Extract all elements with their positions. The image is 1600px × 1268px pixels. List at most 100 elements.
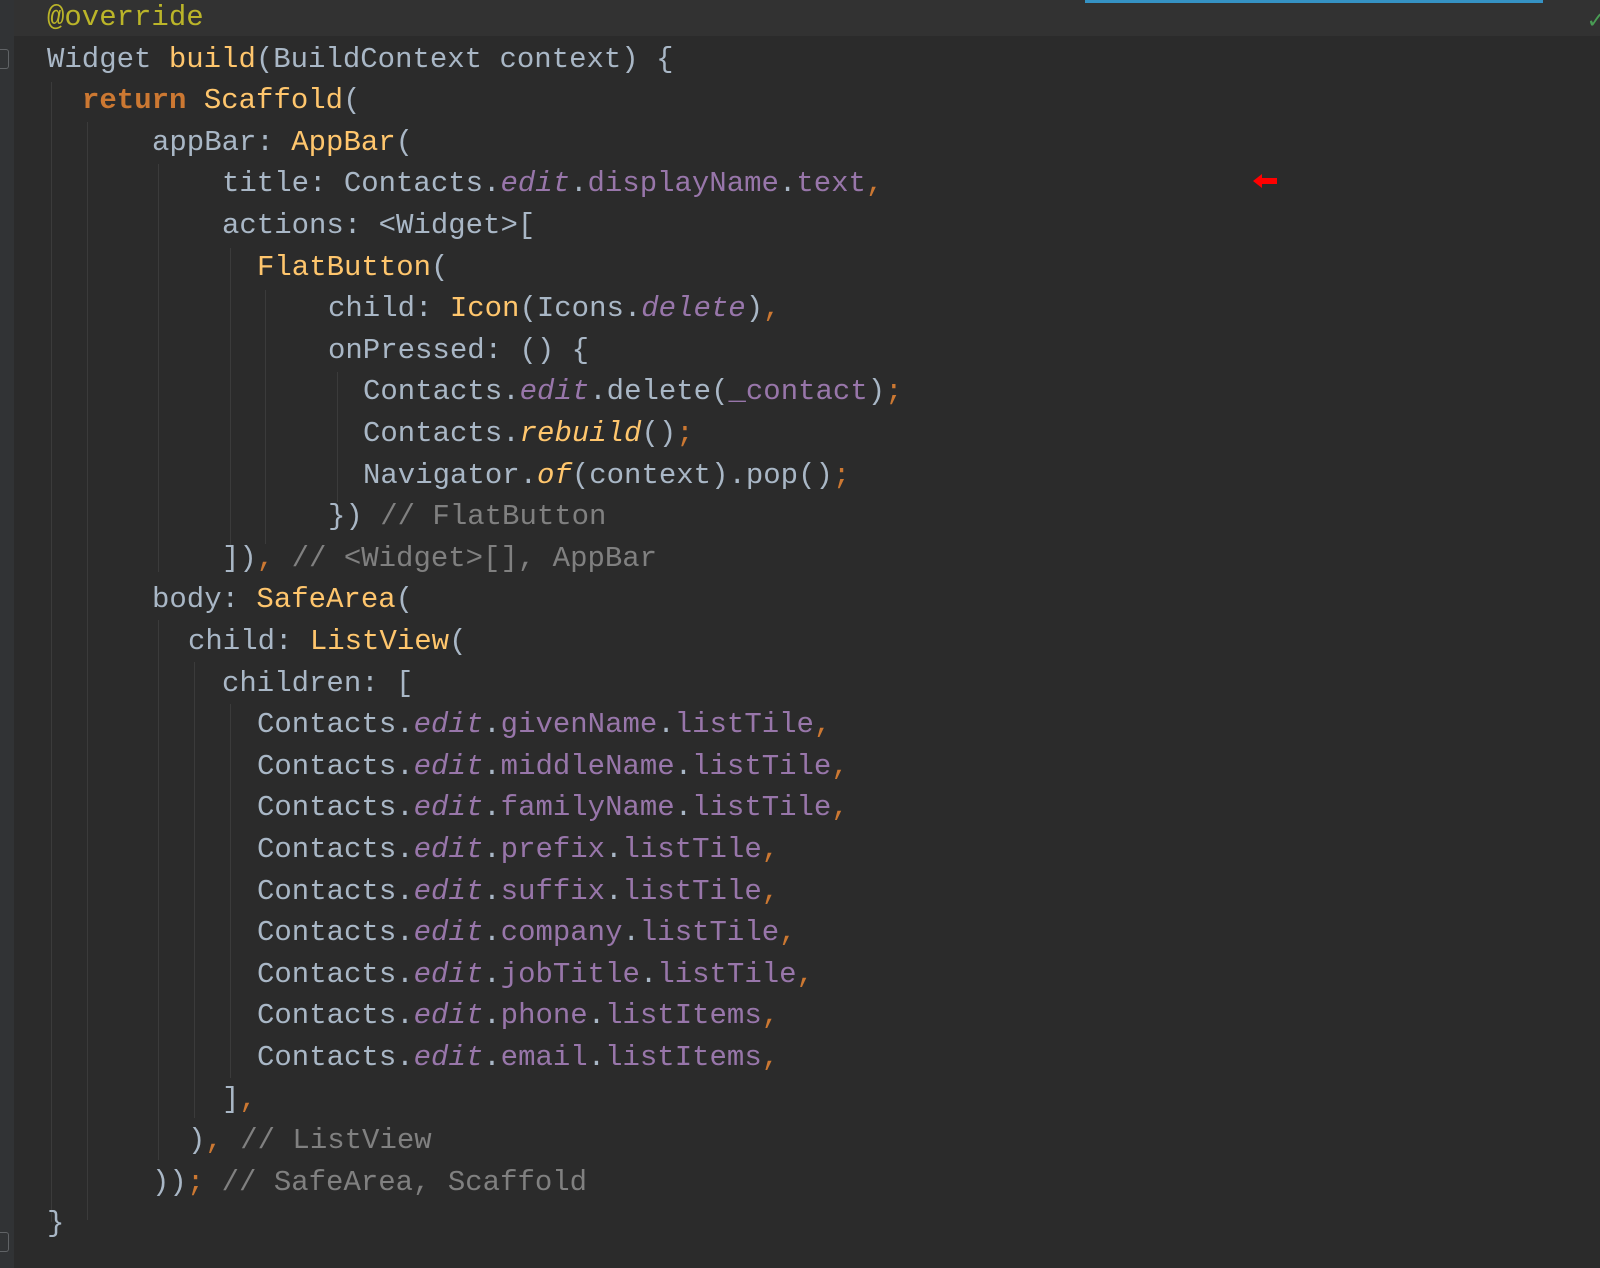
code-token: .: [483, 1041, 501, 1074]
code-token: edit: [413, 708, 484, 742]
code-token: displayName: [587, 167, 779, 201]
code-token: // ListView: [222, 1124, 432, 1158]
code-line[interactable]: ],: [222, 1079, 257, 1121]
code-token: edit: [413, 874, 484, 908]
code-line[interactable]: ), // ListView: [188, 1120, 432, 1162]
code-token: .: [483, 999, 501, 1033]
code-line[interactable]: return Scaffold(: [82, 80, 360, 122]
indent-guide: [230, 704, 231, 1078]
code-token: .: [587, 999, 606, 1033]
code-token: ,: [831, 749, 849, 783]
code-token: Widget: [47, 42, 169, 76]
code-line[interactable]: Contacts.edit.prefix.listTile,: [257, 829, 779, 871]
code-token: edit: [413, 916, 484, 950]
code-token: email: [500, 1041, 588, 1074]
code-line[interactable]: children: [: [222, 663, 413, 705]
code-line[interactable]: Contacts.edit.familyName.listTile,: [257, 787, 849, 829]
code-token: FlatButton: [257, 250, 432, 284]
code-token: middleName: [500, 749, 675, 783]
code-token: (: [395, 583, 414, 617]
code-token: edit: [519, 375, 590, 409]
code-token: .: [483, 874, 501, 908]
code-token: .: [622, 916, 640, 950]
code-token: listTile: [639, 916, 780, 950]
code-line[interactable]: Contacts.edit.delete(_contact);: [363, 371, 903, 413]
code-token: AppBar: [291, 125, 396, 159]
code-line[interactable]: Contacts.edit.middleName.listTile,: [257, 746, 849, 788]
code-line[interactable]: Contacts.edit.email.listItems,: [257, 1037, 779, 1079]
code-token: children: [: [222, 666, 414, 700]
code-token: child:: [328, 292, 450, 326]
code-token: ,: [831, 791, 849, 825]
fold-marker-icon[interactable]: [0, 49, 9, 69]
indent-guide: [87, 122, 88, 1220]
code-token: edit: [413, 1041, 484, 1074]
code-token: edit: [500, 167, 571, 201]
code-token: .: [587, 1041, 606, 1074]
indent-guide: [194, 662, 195, 1118]
code-line[interactable]: onPressed: () {: [328, 330, 589, 372]
code-token: child:: [188, 625, 310, 658]
code-line[interactable]: Contacts.edit.givenName.listTile,: [257, 704, 831, 746]
code-token: listTile: [692, 749, 832, 783]
code-line[interactable]: Contacts.edit.phone.listItems,: [257, 995, 779, 1037]
code-line[interactable]: Contacts.rebuild();: [363, 413, 694, 455]
code-line[interactable]: )); // SafeArea, Scaffold: [152, 1162, 587, 1204]
code-line[interactable]: Widget build(BuildContext context) {: [47, 39, 674, 81]
code-line[interactable]: child: ListView(: [188, 621, 466, 663]
indent-guide: [265, 290, 266, 544]
code-token: delete: [641, 292, 746, 326]
code-token: .: [483, 749, 501, 783]
code-token: )): [152, 1165, 187, 1199]
code-token: Navigator.: [363, 458, 538, 492]
code-token: Contacts.: [257, 833, 414, 866]
code-line[interactable]: }: [47, 1203, 64, 1245]
code-token: familyName: [500, 791, 675, 825]
code-token: ,: [761, 833, 780, 866]
indent-guide: [51, 82, 52, 1222]
code-editor[interactable]: ✓ @override Widget build(BuildContext con…: [0, 0, 1600, 1268]
code-token: ): [745, 292, 764, 326]
code-line[interactable]: Contacts.edit.company.listTile,: [257, 912, 797, 954]
code-token: SafeArea: [256, 583, 396, 617]
code-line[interactable]: @override: [47, 0, 204, 39]
code-token: _contact: [728, 375, 868, 409]
code-line[interactable]: appBar: AppBar(: [152, 122, 413, 164]
code-token: .: [674, 791, 693, 825]
code-token: ,: [239, 1082, 257, 1116]
fold-marker-icon[interactable]: [0, 1232, 9, 1252]
code-token: listTile: [692, 791, 832, 825]
code-line[interactable]: title: Contacts.edit.displayName.text,: [222, 163, 883, 205]
code-line[interactable]: Contacts.edit.jobTitle.listTile,: [257, 954, 814, 996]
code-token: ]): [222, 541, 257, 575]
code-token: Contacts.: [257, 916, 414, 950]
code-line[interactable]: Navigator.of(context).pop();: [363, 455, 850, 497]
code-token: rebuild: [519, 417, 642, 450]
code-token: Contacts.: [257, 999, 414, 1033]
code-token: Contacts.: [257, 749, 414, 783]
code-token: edit: [413, 957, 484, 991]
code-line[interactable]: FlatButton(: [257, 247, 448, 289]
code-line[interactable]: child: Icon(Icons.delete),: [328, 288, 781, 330]
code-token: text: [796, 167, 866, 201]
code-line[interactable]: actions: <Widget>[: [222, 205, 535, 247]
code-token: }: [47, 1207, 65, 1241]
code-line[interactable]: }) // FlatButton: [328, 496, 606, 538]
code-token: ;: [186, 1165, 205, 1199]
code-line[interactable]: ]), // <Widget>[], AppBar: [222, 538, 657, 580]
code-token: (): [641, 417, 677, 450]
code-token: ,: [763, 292, 781, 326]
code-token: .: [674, 749, 693, 783]
code-token: // <Widget>[], AppBar: [274, 541, 658, 575]
code-token: Contacts.: [257, 791, 414, 825]
code-token: onPressed: () {: [328, 333, 590, 367]
code-token: title: Contacts.: [222, 167, 501, 201]
code-token: ]: [222, 1082, 240, 1116]
code-line[interactable]: body: SafeArea(: [152, 579, 413, 621]
code-token: ,: [205, 1124, 223, 1158]
code-token: .: [483, 708, 501, 742]
code-token: listItems: [605, 999, 762, 1033]
code-line[interactable]: Contacts.edit.suffix.listTile,: [257, 871, 779, 913]
code-token: ,: [761, 1041, 780, 1074]
code-token: // SafeArea, Scaffold: [204, 1165, 588, 1199]
